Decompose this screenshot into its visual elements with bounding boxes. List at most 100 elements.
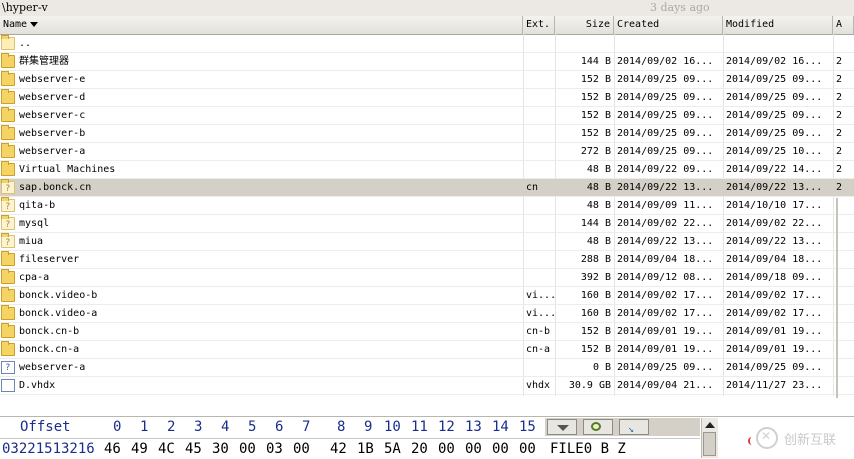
file-row[interactable]: 群集管理器 144 B 2014/09/02 16... 2014/09/02 16.… bbox=[0, 53, 854, 71]
cell-modified: 2014/09/02 17... bbox=[726, 308, 823, 319]
file-row[interactable]: ? miua 48 B 2014/09/22 13... 2014/09/22 13..… bbox=[0, 233, 854, 251]
hex-toolbar: ↘ bbox=[545, 418, 700, 436]
cell-size: 48 B bbox=[586, 200, 611, 211]
cell-attr: 2 bbox=[836, 164, 843, 175]
cell-name: qita-b bbox=[19, 200, 56, 211]
file-row[interactable]: bonck.cn-b cn-b 152 B 2014/09/01 19... 2014/… bbox=[0, 323, 854, 341]
cell-attr: 2 bbox=[836, 110, 843, 121]
file-row[interactable]: webserver-b 152 B 2014/09/25 09... 2014/09/… bbox=[0, 125, 854, 143]
hex-col-7: 7 bbox=[302, 419, 311, 435]
column-size-header[interactable]: Size bbox=[555, 16, 614, 34]
column-created-header[interactable]: Created bbox=[614, 16, 723, 34]
cell-name: cpa-a bbox=[19, 272, 50, 283]
hex-byte[interactable]: 30 bbox=[212, 439, 229, 459]
file-row[interactable]: bonck.video-b vi... 160 B 2014/09/02 17... 2… bbox=[0, 287, 854, 305]
cell-created: 2014/09/25 09... bbox=[617, 362, 714, 373]
hex-scrollbar[interactable] bbox=[701, 418, 718, 458]
file-row[interactable]: D.vhdx vhdx 30.9 GB 2014/09/04 21... 2014/11… bbox=[0, 377, 854, 395]
hex-byte[interactable]: 00 bbox=[293, 439, 310, 459]
cell-name: webserver-d bbox=[19, 92, 86, 103]
file-row[interactable]: webserver-a 272 B 2014/09/25 09... 2014/09/… bbox=[0, 143, 854, 161]
hex-byte[interactable]: 03 bbox=[266, 439, 283, 459]
cell-ext: vi... bbox=[526, 308, 554, 319]
cell-size: 48 B bbox=[586, 236, 611, 247]
cell-created: 2014/09/22 13... bbox=[617, 182, 714, 193]
dropdown-button[interactable] bbox=[547, 419, 577, 435]
cell-size: 152 B bbox=[580, 74, 611, 85]
hex-byte[interactable]: 00 bbox=[438, 439, 455, 459]
hex-byte[interactable]: 00 bbox=[239, 439, 256, 459]
hex-byte[interactable]: 20 bbox=[411, 439, 428, 459]
goto-button[interactable]: ↘ bbox=[619, 419, 649, 435]
parent-folder-icon bbox=[1, 35, 15, 50]
path-bar: \hyper-v 3 days ago bbox=[0, 0, 854, 17]
hex-byte[interactable]: 45 bbox=[185, 439, 202, 459]
column-attr-header[interactable]: A bbox=[833, 16, 854, 34]
hex-column-header: Offset 0 1 2 3 4 5 6 7 8 9 10 11 12 13 14 15 bbox=[0, 417, 545, 437]
cell-name: bonck.cn-a bbox=[19, 344, 80, 355]
offset-label: Offset bbox=[20, 419, 71, 435]
hex-byte[interactable]: 00 bbox=[492, 439, 509, 459]
cell-size: 272 B bbox=[580, 146, 611, 157]
column-modified-header[interactable]: Modified bbox=[723, 16, 833, 34]
cell-modified: 2014/09/01 19... bbox=[726, 326, 823, 337]
watermark-logo-icon bbox=[756, 427, 778, 449]
row-offset: 03221513216 bbox=[2, 441, 95, 457]
cell-ext bbox=[524, 71, 554, 88]
file-row[interactable]: bonck.cn-a cn-a 152 B 2014/09/01 19... 2014/… bbox=[0, 341, 854, 359]
file-row[interactable]: .. bbox=[0, 35, 854, 53]
cell-modified: 2014/11/27 23... bbox=[726, 380, 823, 391]
cell-ext bbox=[524, 197, 554, 214]
find-button[interactable] bbox=[583, 419, 613, 435]
cell-name: miua bbox=[19, 236, 44, 247]
scroll-up-icon[interactable] bbox=[705, 422, 715, 428]
file-row[interactable]: ? mysql 144 B 2014/09/02 22... 2014/09/02 22… bbox=[0, 215, 854, 233]
column-ext-header[interactable]: Ext. bbox=[523, 16, 555, 34]
cell-size: 160 B bbox=[580, 290, 611, 301]
file-row[interactable]: ? sap.bonck.cn cn 48 B 2014/09/22 13... 2014/… bbox=[0, 179, 854, 197]
cell-ext bbox=[524, 233, 554, 250]
hex-data-row: 03221513216 46 49 4C 45 30 00 03 00 42 1B 5A 20 00 00… bbox=[0, 438, 545, 459]
hex-byte[interactable]: 1B bbox=[357, 439, 374, 459]
cell-modified: 2014/09/22 13... bbox=[726, 236, 823, 247]
hex-byte[interactable]: 46 bbox=[104, 439, 121, 459]
cell-created: 2014/09/04 18... bbox=[617, 254, 714, 265]
file-row[interactable]: cpa-a 392 B 2014/09/12 08... 2014/09/18 09.… bbox=[0, 269, 854, 287]
cell-ext bbox=[524, 107, 554, 124]
hex-col-0: 0 bbox=[113, 419, 122, 435]
cell-modified: 2014/09/25 09... bbox=[726, 128, 823, 139]
cell-size: 152 B bbox=[580, 92, 611, 103]
cell-size: 0 B bbox=[592, 362, 611, 373]
cell-size: 48 B bbox=[586, 164, 611, 175]
hex-byte[interactable]: 42 bbox=[330, 439, 347, 459]
hex-byte[interactable]: 5A bbox=[384, 439, 401, 459]
file-row[interactable]: webserver-c 152 B 2014/09/25 09... 2014/09/… bbox=[0, 107, 854, 125]
file-row[interactable]: webserver-d 152 B 2014/09/25 09... 2014/09/… bbox=[0, 89, 854, 107]
file-row[interactable]: fileserver 288 B 2014/09/04 18... 2014/09/0… bbox=[0, 251, 854, 269]
chevron-down-icon bbox=[557, 425, 569, 431]
file-row[interactable]: Virtual Machines 48 B 2014/09/22 09... 2014… bbox=[0, 161, 854, 179]
cell-modified: 2014/09/01 19... bbox=[726, 344, 823, 355]
cell-modified: 2014/09/22 13... bbox=[726, 182, 823, 193]
file-row[interactable]: ? webserver-a 0 B 2014/09/25 09... 2014/09/2… bbox=[0, 359, 854, 377]
cell-modified: 2014/09/02 17... bbox=[726, 290, 823, 301]
cell-attr: 2 bbox=[836, 56, 843, 67]
hex-byte[interactable]: 4C bbox=[158, 439, 175, 459]
cell-name: webserver-e bbox=[19, 74, 86, 85]
file-row[interactable]: webserver-e 152 B 2014/09/25 09... 2014/09/… bbox=[0, 71, 854, 89]
hex-text-column[interactable]: FILE0 B Z bbox=[545, 438, 700, 459]
hex-byte[interactable]: 00 bbox=[465, 439, 482, 459]
cell-size: 152 B bbox=[580, 344, 611, 355]
scroll-thumb[interactable] bbox=[703, 432, 716, 456]
file-row[interactable]: ? qita-b 48 B 2014/09/09 11... 2014/10/10 17… bbox=[0, 197, 854, 215]
hex-byte[interactable]: 00 bbox=[519, 439, 536, 459]
cell-name: .. bbox=[19, 38, 32, 49]
cell-created: 2014/09/02 17... bbox=[617, 308, 714, 319]
folder-icon bbox=[1, 323, 15, 338]
hex-byte[interactable]: 49 bbox=[131, 439, 148, 459]
cell-created: 2014/09/01 19... bbox=[617, 344, 714, 355]
cell-name: bonck.video-a bbox=[19, 308, 98, 319]
column-name-header[interactable]: Name bbox=[0, 16, 523, 34]
file-row[interactable]: bonck.video-a vi... 160 B 2014/09/02 17... 2… bbox=[0, 305, 854, 323]
list-scroll-indicator[interactable] bbox=[836, 198, 838, 398]
